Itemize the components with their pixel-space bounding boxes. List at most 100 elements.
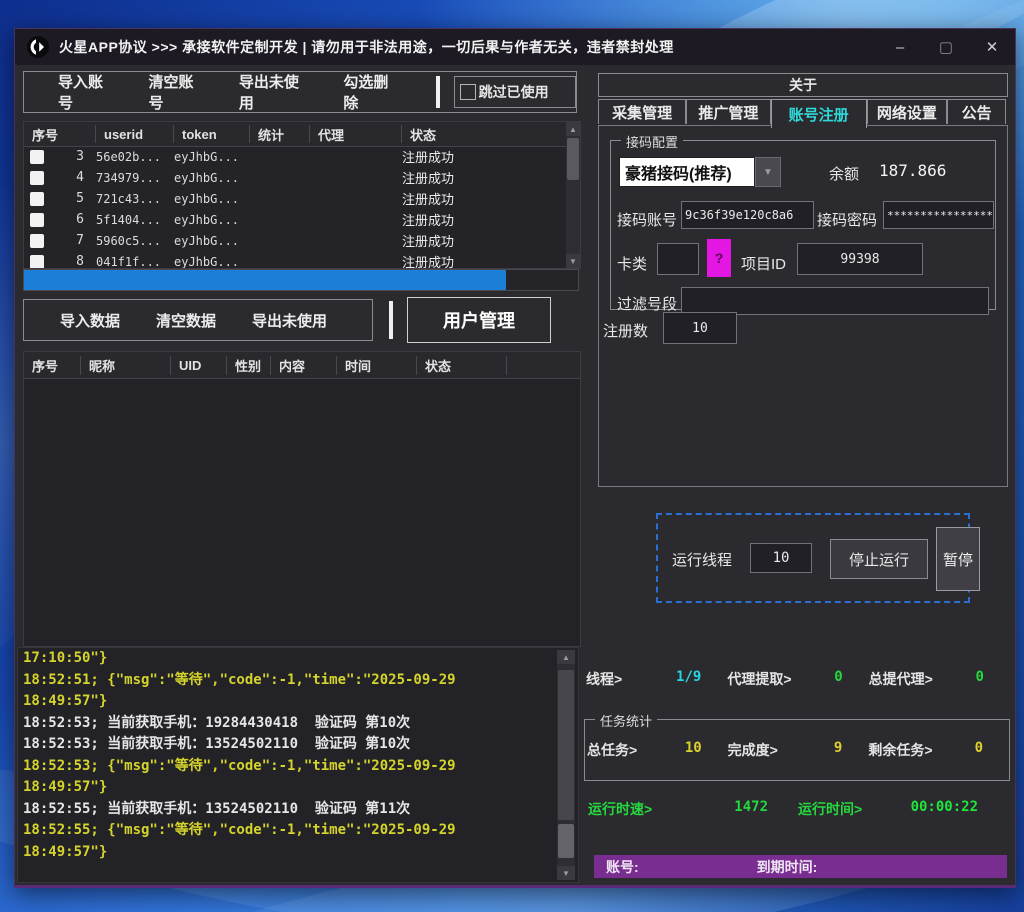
- log-scrollbar[interactable]: ▲ ▼: [557, 650, 575, 880]
- table-row[interactable]: 65f1404...eyJhbG...注册成功: [24, 209, 566, 230]
- tab-账号注册[interactable]: 账号注册: [771, 99, 867, 128]
- table-row[interactable]: 75960c5...eyJhbG...注册成功: [24, 230, 566, 251]
- tab-网络设置[interactable]: 网络设置: [867, 99, 947, 124]
- toolbar-button[interactable]: 勾选删除: [343, 71, 399, 113]
- row-index: 5: [44, 191, 96, 206]
- close-button[interactable]: ✕: [969, 29, 1015, 65]
- stop-run-button[interactable]: 停止运行: [830, 539, 928, 579]
- register-count-label: 注册数: [603, 320, 648, 341]
- sms-password-label: 接码密码: [817, 209, 877, 230]
- account-table-scrollbar[interactable]: ▲ ▼: [566, 122, 580, 268]
- chevron-down-icon[interactable]: ▼: [755, 157, 781, 187]
- task-stats-group: 任务统计 总任务>10完成度>9剩余任务>0: [584, 719, 1010, 781]
- sms-provider-selected[interactable]: 豪猪接码(推荐): [619, 157, 755, 187]
- cell-userid: 041f1f...: [96, 255, 174, 269]
- sms-config-group: 接码配置 豪猪接码(推荐) ▼ 余额 187.866 接码账号 9c36f39e…: [610, 140, 996, 310]
- scroll-down-icon[interactable]: ▼: [557, 866, 575, 880]
- run-time-value: 00:00:22: [911, 799, 978, 819]
- log-line: 18:49:57"}: [18, 842, 578, 864]
- table-row[interactable]: 4734979...eyJhbG...注册成功: [24, 167, 566, 188]
- cell-userid: 734979...: [96, 171, 174, 185]
- row-checkbox[interactable]: [30, 213, 44, 227]
- run-thread-input[interactable]: 10: [750, 543, 812, 573]
- maximize-button[interactable]: ▢: [923, 29, 969, 65]
- row-checkbox[interactable]: [30, 234, 44, 248]
- project-id-input[interactable]: 99398: [797, 243, 923, 275]
- sms-provider-dropdown[interactable]: 豪猪接码(推荐) ▼: [619, 157, 781, 187]
- account-table-header: 序号useridtoken统计代理状态: [24, 122, 580, 147]
- filter-segment-label: 过滤号段: [617, 293, 677, 314]
- row-checkbox[interactable]: [30, 192, 44, 206]
- row-select-cell: 5: [24, 191, 96, 206]
- minimize-button[interactable]: –: [877, 29, 923, 65]
- toolbar-button[interactable]: 导入数据: [60, 310, 120, 331]
- scrollbar-thumb[interactable]: [558, 824, 574, 858]
- help-button[interactable]: ?: [707, 239, 731, 277]
- account-table[interactable]: 序号useridtoken统计代理状态 356e02b...eyJhbG...注…: [23, 121, 581, 269]
- scroll-down-icon[interactable]: ▼: [566, 254, 580, 268]
- user-table-header: 序号昵称UID性别内容时间状态: [24, 352, 580, 379]
- sms-config-title: 接码配置: [621, 132, 683, 151]
- log-panel[interactable]: 17:10:50"}18:52:51; {"msg":"等待","code":-…: [17, 647, 579, 883]
- task-stat-value: 9: [834, 740, 842, 760]
- scrollbar-track-used[interactable]: [558, 670, 574, 820]
- stat-label: 总提代理>: [869, 669, 933, 689]
- stat-pair: 线程>1/9: [586, 669, 727, 689]
- row-checkbox[interactable]: [30, 171, 44, 185]
- scroll-up-icon[interactable]: ▲: [557, 650, 575, 664]
- data-toolbar: 导入数据 清空数据 导出未使用 用户管理: [23, 297, 579, 343]
- table-row[interactable]: 8041f1f...eyJhbG...注册成功: [24, 251, 566, 269]
- task-stats-title: 任务统计: [595, 711, 657, 730]
- skip-used-checkbox[interactable]: [460, 84, 476, 100]
- column-header: 状态: [417, 356, 507, 375]
- task-stat-value: 10: [685, 740, 702, 760]
- cell-status: 注册成功: [402, 168, 566, 187]
- column-header: userid: [96, 125, 174, 143]
- column-header: 昵称: [81, 356, 171, 375]
- tab-推广管理[interactable]: 推广管理: [686, 99, 770, 124]
- stat-value: 0: [976, 669, 984, 689]
- row-checkbox[interactable]: [30, 255, 44, 269]
- skip-used-group[interactable]: 跳过已使用: [454, 76, 576, 108]
- scroll-up-icon[interactable]: ▲: [566, 122, 580, 136]
- toolbar-button[interactable]: 导出未使用: [239, 71, 310, 113]
- cell-userid: 721c43...: [96, 192, 174, 206]
- card-type-input[interactable]: [657, 243, 699, 275]
- task-stat-label: 完成度>: [728, 740, 778, 760]
- sms-password-input[interactable]: *****************: [883, 201, 994, 229]
- column-header: 状态: [402, 125, 580, 143]
- about-button[interactable]: 关于: [598, 73, 1008, 97]
- run-time-label: 运行时间>: [798, 799, 862, 819]
- tab-采集管理[interactable]: 采集管理: [598, 99, 686, 124]
- column-header: 内容: [271, 356, 337, 375]
- skip-used-label: 跳过已使用: [479, 82, 549, 102]
- pause-button[interactable]: 暂停: [936, 527, 980, 591]
- user-management-button[interactable]: 用户管理: [407, 297, 551, 343]
- toolbar-button[interactable]: 清空账号: [148, 71, 204, 113]
- filter-segment-input[interactable]: [681, 287, 989, 315]
- task-stat-pair: 剩余任务>0: [868, 740, 1009, 760]
- toolbar-button[interactable]: 清空数据: [156, 310, 216, 331]
- tab-公告[interactable]: 公告: [947, 99, 1006, 124]
- table-row[interactable]: 5721c43...eyJhbG...注册成功: [24, 188, 566, 209]
- user-table[interactable]: 序号昵称UID性别内容时间状态: [23, 351, 581, 647]
- register-count-input[interactable]: 10: [663, 312, 737, 344]
- cell-status: 注册成功: [402, 252, 566, 269]
- log-line: 18:49:57"}: [18, 691, 578, 713]
- sms-account-input[interactable]: 9c36f39e120c8a6: [681, 201, 814, 229]
- cell-token: eyJhbG...: [174, 150, 250, 164]
- cell-status: 注册成功: [402, 210, 566, 229]
- log-lines: 17:10:50"}18:52:51; {"msg":"等待","code":-…: [18, 648, 578, 863]
- row-select-cell: 8: [24, 254, 96, 269]
- progress-bar: [23, 269, 579, 291]
- toolbar-button[interactable]: 导出未使用: [252, 310, 327, 331]
- table-row[interactable]: 356e02b...eyJhbG...注册成功: [24, 146, 566, 167]
- balance-value: 187.866: [879, 161, 946, 180]
- toolbar-button[interactable]: 导入账号: [58, 71, 114, 113]
- row-checkbox[interactable]: [30, 150, 44, 164]
- scrollbar-thumb[interactable]: [567, 138, 579, 180]
- app-window: 火星APP协议 >>> 承接软件定制开发 | 请勿用于非法用途，一切后果与作者无…: [14, 28, 1016, 888]
- cell-status: 注册成功: [402, 189, 566, 208]
- column-header: 时间: [337, 356, 417, 375]
- data-toolbar-box: 导入数据 清空数据 导出未使用: [23, 299, 373, 341]
